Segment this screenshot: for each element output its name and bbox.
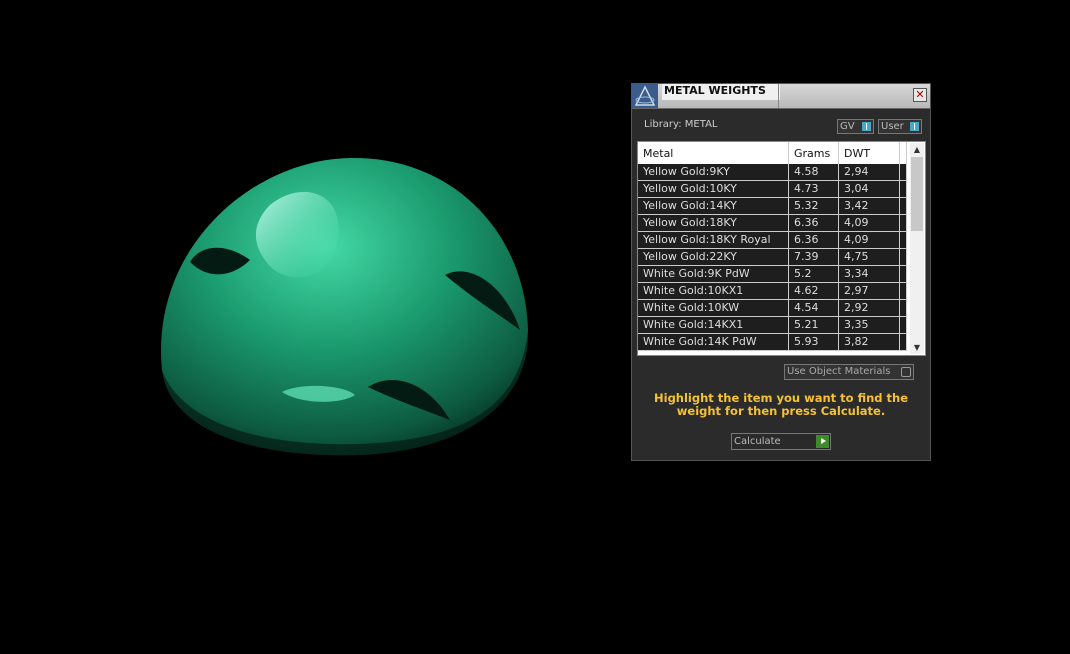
cell-spacer	[899, 214, 907, 232]
panel-title: METAL WEIGHTS	[662, 84, 780, 100]
column-header-grams[interactable]: Grams	[788, 142, 839, 164]
column-header-dwt[interactable]: DWT	[838, 142, 900, 164]
scroll-thumb[interactable]	[911, 157, 923, 231]
cell-metal: White Gold:14K PdW	[638, 333, 789, 351]
table-row[interactable]: Yellow Gold:18KY Royal 6.36 4,09	[638, 231, 907, 249]
cell-spacer	[899, 299, 907, 317]
cell-dwt: 4,09	[838, 231, 900, 249]
cell-dwt: 3,35	[838, 316, 900, 334]
cell-spacer	[899, 248, 907, 266]
cell-grams: 4.73	[788, 180, 839, 198]
3d-viewport[interactable]	[0, 0, 620, 654]
cell-dwt: 3,42	[838, 197, 900, 215]
use-object-materials-label: Use Object Materials	[787, 366, 891, 377]
column-header-metal[interactable]: Metal	[638, 142, 789, 164]
cell-metal: White Gold:9K PdW	[638, 265, 789, 283]
cell-metal: Yellow Gold:18KY	[638, 214, 789, 232]
cell-grams: 5.32	[788, 197, 839, 215]
column-header-spacer	[899, 142, 907, 164]
cell-grams: 5.93	[788, 333, 839, 351]
cell-spacer	[899, 164, 907, 181]
user-toggle[interactable]: User	[878, 119, 922, 134]
cell-grams: 4.54	[788, 299, 839, 317]
cell-spacer	[899, 180, 907, 198]
cell-dwt: 3,82	[838, 333, 900, 351]
metal-weights-panel: METAL WEIGHTS ✕ Library: METAL GV User M…	[631, 83, 931, 461]
cell-dwt: 3,34	[838, 265, 900, 283]
table-row[interactable]: Yellow Gold:18KY 6.36 4,09	[638, 214, 907, 232]
cell-dwt: 2,94	[838, 164, 900, 181]
cell-dwt: 4,75	[838, 248, 900, 266]
toggle-knob-icon	[862, 122, 871, 131]
table-row[interactable]: White Gold:9K PdW 5.2 3,34	[638, 265, 907, 283]
toggle-knob-icon	[910, 122, 919, 131]
table-row[interactable]: White Gold:10KX1 4.62 2,97	[638, 282, 907, 300]
cell-spacer	[899, 197, 907, 215]
cell-dwt: 2,92	[838, 299, 900, 317]
table-row[interactable]: White Gold:14K PdW 5.93 3,82	[638, 333, 907, 351]
titlebar-divider	[778, 84, 779, 108]
cell-spacer	[899, 265, 907, 283]
table-row[interactable]: Yellow Gold:14KY 5.32 3,42	[638, 197, 907, 215]
cell-spacer	[899, 282, 907, 300]
table-row[interactable]: Yellow Gold:22KY 7.39 4,75	[638, 248, 907, 266]
scroll-down-icon[interactable]: ▼	[910, 341, 924, 354]
cell-grams: 5.21	[788, 316, 839, 334]
table-row[interactable]: Yellow Gold:10KY 4.73 3,04	[638, 180, 907, 198]
user-toggle-label: User	[881, 121, 904, 132]
table-row[interactable]: White Gold:14KX1 5.21 3,35	[638, 316, 907, 334]
gv-toggle[interactable]: GV	[837, 119, 874, 134]
cell-dwt: 4,09	[838, 214, 900, 232]
cell-grams: 4.62	[788, 282, 839, 300]
cell-grams: 7.39	[788, 248, 839, 266]
calculate-label: Calculate	[734, 436, 781, 447]
cell-metal: Yellow Gold:10KY	[638, 180, 789, 198]
cell-metal: White Gold:10KW	[638, 299, 789, 317]
cell-dwt: 2,97	[838, 282, 900, 300]
calculate-button[interactable]: Calculate	[731, 433, 831, 450]
cell-grams: 6.36	[788, 214, 839, 232]
cell-metal: White Gold:14KX1	[638, 316, 789, 334]
table-header-row: Metal Grams DWT	[638, 142, 907, 164]
table-scrollbar[interactable]: ▲ ▼	[910, 143, 924, 354]
cell-metal: Yellow Gold:14KY	[638, 197, 789, 215]
cell-grams: 4.58	[788, 164, 839, 181]
close-icon: ✕	[915, 88, 925, 101]
close-button[interactable]: ✕	[913, 88, 927, 102]
metal-table[interactable]: Metal Grams DWT Yellow Gold:9KY 4.58 2,94 …	[637, 141, 926, 356]
table-row[interactable]: White Gold:10KW 4.54 2,92	[638, 299, 907, 317]
cell-metal: White Gold:10KX1	[638, 282, 789, 300]
dome-body	[161, 157, 529, 456]
cell-spacer	[899, 333, 907, 351]
cell-metal: Yellow Gold:9KY	[638, 164, 789, 181]
app-logo-icon	[632, 84, 658, 108]
cell-grams: 5.2	[788, 265, 839, 283]
cell-spacer	[899, 316, 907, 334]
library-label: Library: METAL	[644, 119, 718, 130]
play-icon	[816, 435, 829, 448]
3d-model-dome	[161, 157, 529, 456]
table-row[interactable]: Yellow Gold:9KY 4.58 2,94	[638, 164, 907, 181]
gv-toggle-label: GV	[840, 121, 855, 132]
cell-dwt: 3,04	[838, 180, 900, 198]
use-object-materials-checkbox[interactable]: Use Object Materials	[784, 364, 914, 380]
checkbox-icon	[901, 367, 911, 377]
instruction-text: Highlight the item you want to find the …	[654, 391, 908, 418]
cell-spacer	[899, 231, 907, 249]
scroll-up-icon[interactable]: ▲	[910, 143, 924, 156]
cell-metal: Yellow Gold:18KY Royal	[638, 231, 789, 249]
panel-titlebar[interactable]: METAL WEIGHTS ✕	[632, 84, 930, 109]
cell-grams: 6.36	[788, 231, 839, 249]
cell-metal: Yellow Gold:22KY	[638, 248, 789, 266]
